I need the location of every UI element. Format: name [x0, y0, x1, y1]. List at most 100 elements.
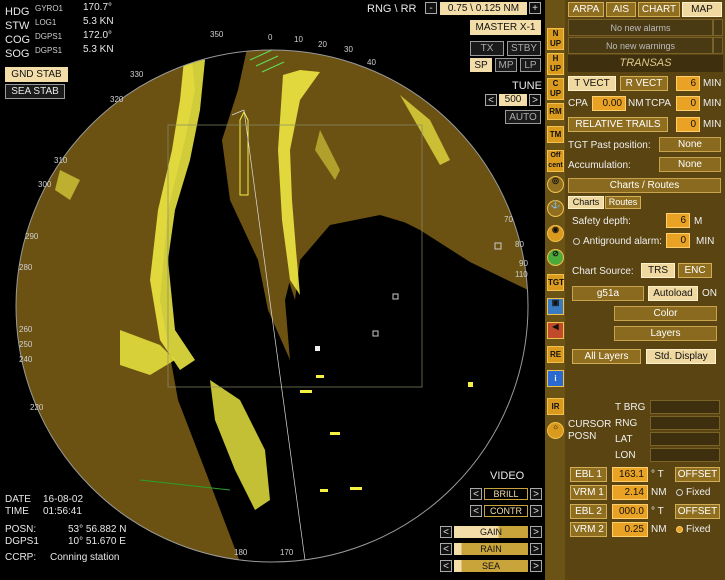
tune-decrease-button[interactable]: < [485, 94, 497, 106]
true-vector-button[interactable]: T VECT [568, 76, 616, 91]
hdg-value: 170.7° [83, 2, 113, 13]
antiground-radio[interactable] [573, 238, 580, 245]
ebl1-offset-button[interactable]: OFFSET [675, 467, 720, 482]
cursor-posn-title: POSN [568, 431, 597, 442]
vrm2-button[interactable]: VRM 2 [570, 522, 607, 537]
re-button[interactable]: RE [547, 346, 564, 363]
trails-time-input[interactable]: 0 [676, 117, 700, 132]
info-icon-button[interactable]: i [547, 370, 564, 387]
tgt-button[interactable]: TGT [547, 274, 564, 291]
brill-decrease-button[interactable]: < [470, 488, 482, 500]
relative-vector-button[interactable]: R VECT [620, 76, 668, 91]
target-icon-button[interactable]: ◉ [547, 225, 564, 242]
anchor-icon: ⚓ [550, 200, 561, 209]
head-up-button[interactable]: H UP [547, 53, 564, 75]
tx-button[interactable]: TX [470, 41, 504, 56]
relative-motion-button[interactable]: RM [547, 103, 564, 120]
chart-name-dropdown[interactable]: g51a [572, 286, 644, 301]
brill-slider[interactable]: BRILL [484, 488, 528, 500]
antiground-input[interactable]: 0 [666, 233, 690, 248]
tcpa-input[interactable]: 0 [676, 96, 700, 111]
tab-routes[interactable]: Routes [605, 196, 641, 209]
layers-dropdown[interactable]: Layers [614, 326, 717, 341]
all-layers-button[interactable]: All Layers [572, 349, 641, 364]
sea-decrease-button[interactable]: < [440, 560, 452, 572]
tune-increase-button[interactable]: > [529, 94, 541, 106]
lp-pulse-button[interactable]: LP [520, 58, 541, 72]
ebl2-button[interactable]: EBL 2 [570, 504, 607, 519]
tab-charts[interactable]: Charts [568, 196, 604, 209]
ring-icon-button[interactable]: ◎ [547, 176, 564, 193]
tab-map[interactable]: MAP [682, 2, 722, 17]
course-up-button[interactable]: C UP [547, 78, 564, 100]
ebl1-value[interactable]: 163.1 [612, 467, 648, 482]
vrm1-fixed-radio[interactable] [676, 489, 683, 496]
contr-slider[interactable]: CONTR [484, 505, 528, 517]
bearing-tick-220: 220 [30, 403, 44, 412]
safety-depth-input[interactable]: 6 [666, 213, 690, 228]
cursor-rng-label: RNG [615, 418, 638, 429]
anchor-icon-button[interactable]: ⚓ [547, 200, 564, 217]
alarms-scrollbar[interactable] [713, 19, 723, 36]
cpa-input[interactable]: 0.00 [592, 96, 626, 111]
vrm1-button[interactable]: VRM 1 [570, 485, 607, 500]
chart-icon-button[interactable]: ▣ [547, 298, 564, 315]
accumulation-dropdown[interactable]: None [659, 157, 721, 172]
ebl2-value[interactable]: 000.0 [612, 504, 648, 519]
sea-slider[interactable]: SEA [454, 560, 528, 572]
range-decrease-button[interactable]: - [425, 2, 437, 14]
sog-label: SOG [5, 48, 30, 60]
sea-increase-button[interactable]: > [530, 560, 542, 572]
relative-trails-button[interactable]: RELATIVE TRAILS [568, 117, 668, 132]
north-up-button[interactable]: N UP [547, 28, 564, 50]
true-motion-button[interactable]: TM [547, 126, 564, 143]
rain-slider[interactable]: RAIN [454, 543, 528, 555]
off-center-button[interactable]: Off cent [547, 150, 564, 172]
chart-source-trs-button[interactable]: TRS [641, 263, 675, 278]
no-symbol-icon-button[interactable]: ⊘ [547, 249, 564, 266]
vrm2-value[interactable]: 0.25 [612, 522, 648, 537]
mp-pulse-button[interactable]: MP [495, 58, 517, 72]
tab-ais[interactable]: AIS [606, 2, 636, 17]
rain-decrease-button[interactable]: < [440, 543, 452, 555]
gain-slider[interactable]: GAIN [454, 526, 528, 538]
safety-depth-label: Safety depth: [572, 216, 631, 227]
sp-pulse-button[interactable]: SP [470, 58, 492, 72]
master-x1-button[interactable]: MASTER X-1 [470, 20, 541, 35]
range-increase-button[interactable]: + [529, 2, 541, 14]
sea-stab-button[interactable]: SEA STAB [5, 84, 65, 99]
stby-button[interactable]: STBY [507, 41, 541, 56]
ebl2-offset-button[interactable]: OFFSET [675, 504, 720, 519]
tab-arpa[interactable]: ARPA [568, 2, 604, 17]
vrm2-fixed-radio[interactable] [676, 526, 683, 533]
radar-display[interactable] [0, 0, 545, 580]
ebl2-unit: ° T [651, 506, 664, 517]
ir-button[interactable]: IR [547, 398, 564, 415]
speaker-icon-button[interactable]: ◀ [547, 322, 564, 339]
latitude-value: 53° 56.882 N [68, 524, 127, 535]
gain-increase-button[interactable]: > [530, 526, 542, 538]
gnd-stab-button[interactable]: GND STAB [5, 67, 68, 82]
brill-increase-button[interactable]: > [530, 488, 542, 500]
vector-time-input[interactable]: 6 [676, 76, 700, 91]
auto-tune-button[interactable]: AUTO [505, 110, 541, 124]
vrm1-value[interactable]: 2.14 [612, 485, 648, 500]
std-display-button[interactable]: Std. Display [646, 349, 716, 364]
tgt-past-position-label: TGT Past position: [568, 140, 651, 151]
bearing-tick-260: 260 [19, 325, 33, 334]
rain-increase-button[interactable]: > [530, 543, 542, 555]
vrm1-fixed-label: Fixed [686, 487, 711, 498]
autoload-button[interactable]: Autoload [648, 286, 698, 301]
color-dropdown[interactable]: Color [614, 306, 717, 321]
warnings-scrollbar[interactable] [713, 37, 723, 54]
contr-increase-button[interactable]: > [530, 505, 542, 517]
gain-decrease-button[interactable]: < [440, 526, 452, 538]
cursor-lon-field [650, 448, 720, 462]
tab-chart[interactable]: CHART [638, 2, 680, 17]
sun-icon-button[interactable]: ☼ [547, 422, 564, 439]
tgt-past-position-dropdown[interactable]: None [659, 137, 721, 152]
charts-routes-dropdown[interactable]: Charts / Routes [568, 178, 721, 193]
chart-source-enc-button[interactable]: ENC [678, 263, 712, 278]
ebl1-button[interactable]: EBL 1 [570, 467, 607, 482]
contr-decrease-button[interactable]: < [470, 505, 482, 517]
